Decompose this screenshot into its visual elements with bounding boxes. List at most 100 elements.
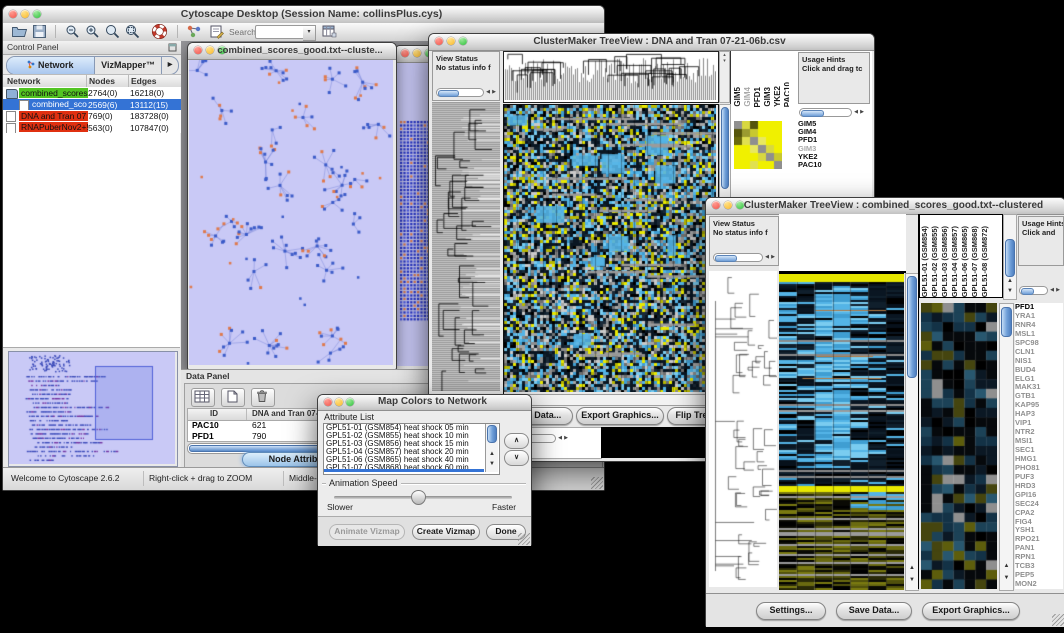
network-row-dna-tran[interactable]: DNA and Tran 07 769(0) 183728(0) bbox=[3, 110, 181, 122]
scroll-up-icon[interactable]: ▲ bbox=[906, 564, 918, 573]
col-network[interactable]: Network bbox=[7, 76, 41, 86]
tab-network[interactable]: Network bbox=[7, 57, 95, 74]
move-down-button[interactable]: ∨ bbox=[504, 450, 529, 466]
array-dendrogram-area[interactable] bbox=[779, 214, 906, 273]
matrix-column-label[interactable]: GIM3 bbox=[763, 87, 772, 107]
minimize-icon[interactable] bbox=[413, 49, 421, 57]
matrix-column-label[interactable]: GPL51-01 (GSM854) bbox=[920, 226, 930, 297]
column-labels-scrollbar[interactable]: ▲ ▼ bbox=[1003, 214, 1017, 300]
close-icon[interactable] bbox=[435, 37, 443, 45]
import-table-icon[interactable] bbox=[321, 24, 338, 39]
id-column-header[interactable]: ID bbox=[210, 409, 218, 418]
animate-vizmap-button[interactable]: Animate Vizmap bbox=[329, 524, 405, 540]
resize-grip[interactable] bbox=[1052, 614, 1064, 626]
col-nodes[interactable]: Nodes bbox=[89, 76, 115, 86]
zoom-selected-icon[interactable] bbox=[104, 24, 121, 39]
matrix-column-label[interactable]: GPL51-07 (GSM868) bbox=[970, 226, 980, 297]
main-titlebar[interactable]: Cytoscape Desktop (Session Name: collins… bbox=[3, 6, 604, 24]
matrix-column-label[interactable]: PAC10 bbox=[783, 82, 789, 107]
matrix-column-label[interactable]: GPL51-03 (GSM856) bbox=[940, 226, 950, 297]
attribute-select-button[interactable] bbox=[191, 388, 215, 407]
close-icon[interactable] bbox=[194, 46, 202, 54]
matrix-column-label[interactable]: GPL51-08 (GSM872) bbox=[980, 226, 990, 297]
speed-slider-thumb[interactable] bbox=[411, 490, 426, 505]
close-icon[interactable] bbox=[9, 10, 17, 18]
treeview1-titlebar[interactable]: ClusterMaker TreeView : DNA and Tran 07-… bbox=[429, 34, 874, 51]
view-status-scrollbar[interactable]: ◀▶ bbox=[713, 253, 776, 262]
search-input[interactable] bbox=[255, 25, 305, 39]
zoom-fit-icon[interactable] bbox=[124, 24, 141, 39]
matrix-column-label[interactable]: YKE2 bbox=[773, 86, 782, 107]
usage-hints-scrollbar[interactable]: ◀▶ bbox=[799, 108, 865, 117]
correlation-mini-heatmap[interactable] bbox=[734, 121, 782, 169]
matrix-column-label[interactable]: GPL51-04 (GSM857) bbox=[950, 226, 960, 297]
gene-dendrogram-canvas[interactable] bbox=[709, 271, 777, 587]
scrollbar-thumb[interactable] bbox=[1005, 239, 1015, 277]
global-heatmap-canvas[interactable] bbox=[779, 273, 904, 590]
matrix-column-label[interactable]: GPL51-06 (GSM865) bbox=[960, 226, 970, 297]
network-row-combined-scores[interactable]: combined_scores 2764(0) 16218(0) bbox=[3, 87, 181, 99]
scrollbar-thumb[interactable] bbox=[907, 276, 917, 378]
network-modify-icon[interactable] bbox=[186, 24, 203, 39]
scroll-down-icon[interactable]: ▼ bbox=[906, 576, 918, 585]
treeview2-titlebar[interactable]: ClusterMaker TreeView : combined_scores_… bbox=[706, 198, 1064, 215]
birds-eye-view[interactable] bbox=[8, 351, 178, 467]
attribute-item-selected-partial[interactable] bbox=[324, 469, 484, 472]
export-graphics-button[interactable]: Export Graphics... bbox=[576, 407, 664, 425]
attribute-list-scrollbar[interactable]: ▲ ▼ bbox=[485, 424, 498, 472]
scroll-down-icon[interactable]: ▼ bbox=[1000, 574, 1013, 583]
network-row-rnapubernov2[interactable]: RNAPuberNov2+! 563(0) 107847(0) bbox=[3, 122, 181, 134]
view-status-scrollbar[interactable]: ◀▶ bbox=[436, 88, 497, 97]
network1-view-canvas[interactable] bbox=[189, 60, 393, 365]
resize-grip[interactable] bbox=[591, 477, 603, 489]
dialog-titlebar[interactable]: Map Colors to Network bbox=[318, 395, 531, 411]
array-dendrogram-canvas[interactable] bbox=[504, 52, 716, 100]
zoom-out-icon[interactable] bbox=[64, 24, 81, 39]
array-dendrogram[interactable] bbox=[503, 51, 719, 103]
scroll-up-icon[interactable]: ▲ bbox=[486, 450, 498, 459]
network1-titlebar[interactable]: combined_scores_good.txt--cluste... bbox=[188, 43, 396, 60]
usage-hints-scrollbar[interactable]: ◀▶ bbox=[1019, 286, 1061, 295]
zoom-in-icon[interactable] bbox=[84, 24, 101, 39]
resize-grip[interactable] bbox=[518, 533, 530, 545]
close-icon[interactable] bbox=[712, 201, 720, 209]
annotation-icon[interactable] bbox=[208, 24, 225, 39]
global-heatmap-canvas[interactable] bbox=[504, 105, 716, 392]
matrix-column-label[interactable]: PFD1 bbox=[753, 87, 762, 107]
tab-overflow-button[interactable]: ▶ bbox=[161, 57, 178, 74]
global-heatmap[interactable] bbox=[503, 104, 719, 395]
open-session-icon[interactable] bbox=[11, 24, 28, 39]
help-lifering-icon[interactable] bbox=[151, 24, 168, 39]
gene-dendrogram-canvas[interactable] bbox=[432, 102, 500, 391]
matrix-column-label[interactable]: GIM4 bbox=[743, 87, 752, 107]
save-data-button[interactable]: Save Data... bbox=[836, 602, 912, 620]
matrix-column-label[interactable]: GIM5 bbox=[733, 87, 742, 107]
scroll-down-icon[interactable]: ▼ bbox=[486, 460, 498, 469]
move-up-button[interactable]: ∧ bbox=[504, 433, 529, 449]
search-dropdown-arrow[interactable]: ▾ bbox=[303, 25, 316, 41]
array-tree-scrollbar[interactable]: ▴▾ bbox=[719, 51, 730, 103]
birds-eye-canvas[interactable] bbox=[9, 352, 175, 464]
matrix-row-label[interactable]: PAC10 bbox=[798, 161, 822, 169]
scrollbar-thumb[interactable] bbox=[1001, 307, 1012, 337]
matrix-column-label[interactable]: GPL51-02 (GSM855) bbox=[930, 226, 940, 297]
col-edges[interactable]: Edges bbox=[131, 76, 157, 86]
scrollbar-thumb[interactable] bbox=[721, 107, 729, 189]
scroll-up-icon[interactable]: ▲ bbox=[1000, 562, 1013, 571]
network-row-combined-sco-selected[interactable]: combined_sco 2569(6) 13112(15) bbox=[3, 99, 181, 111]
settings-button[interactable]: Settings... bbox=[756, 602, 826, 620]
tab-vizmapper[interactable]: VizMapper™ bbox=[95, 57, 161, 74]
scroll-down-icon[interactable]: ▼ bbox=[1004, 287, 1016, 296]
scroll-up-icon[interactable]: ▲ bbox=[1004, 277, 1016, 286]
save-session-icon[interactable] bbox=[31, 24, 48, 39]
gene-labels-scrollbar[interactable]: ▲ ▼ bbox=[999, 303, 1014, 591]
export-graphics-button[interactable]: Export Graphics... bbox=[922, 602, 1020, 620]
heatmap-vscrollbar[interactable]: ▲ ▼ bbox=[905, 273, 919, 591]
close-icon[interactable] bbox=[401, 49, 409, 57]
zoom-heatmap-canvas[interactable] bbox=[921, 303, 997, 589]
delete-attribute-button[interactable] bbox=[251, 388, 275, 407]
gene-label[interactable]: MON2 bbox=[1015, 580, 1063, 589]
create-vizmap-button[interactable]: Create Vizmap bbox=[412, 524, 480, 540]
close-icon[interactable] bbox=[324, 398, 332, 406]
new-attribute-button[interactable] bbox=[221, 388, 245, 407]
